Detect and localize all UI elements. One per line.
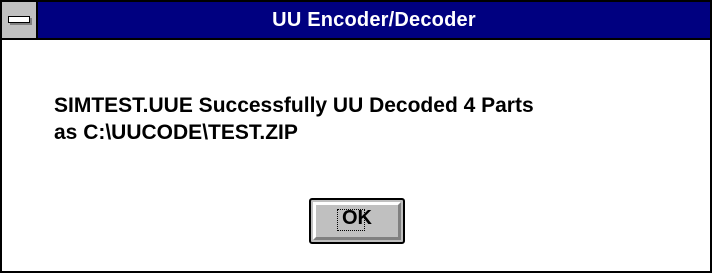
title-bar[interactable]: UU Encoder/Decoder: [2, 2, 710, 40]
system-menu-icon[interactable]: [2, 2, 38, 38]
message-line-2: as C:\UUCODE\TEST.ZIP: [54, 121, 298, 144]
message-dialog: UU Encoder/Decoder SIMTEST.UUE Successfu…: [0, 0, 712, 273]
window-title: UU Encoder/Decoder: [272, 9, 476, 31]
ok-button[interactable]: OK: [309, 198, 405, 244]
system-menu-bar: [8, 16, 30, 23]
focus-rectangle: [337, 209, 365, 231]
dialog-message: SIMTEST.UUE Successfully UU Decoded 4 Pa…: [54, 92, 694, 146]
message-line-1: SIMTEST.UUE Successfully UU Decoded 4 Pa…: [54, 94, 534, 117]
